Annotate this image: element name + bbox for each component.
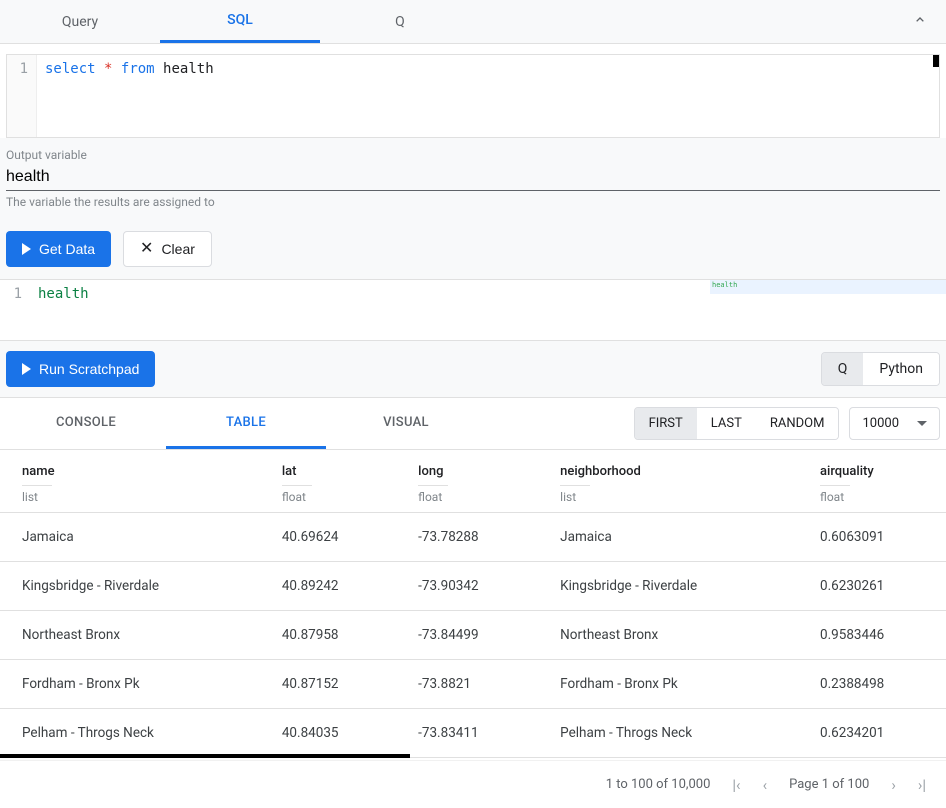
scratchpad-editor[interactable]: 1 health health bbox=[0, 279, 946, 341]
scratch-code-line: health bbox=[30, 280, 97, 340]
tab-table[interactable]: TABLE bbox=[166, 399, 326, 449]
cell: 0.6063091 bbox=[798, 513, 946, 562]
cell: 0.6234201 bbox=[798, 709, 946, 758]
sample-mode-toggle: FIRST LAST RANDOM bbox=[634, 407, 840, 440]
top-tab-bar: Query SQL Q bbox=[0, 0, 946, 44]
cell: -73.90342 bbox=[396, 562, 538, 611]
language-toggle: Q Python bbox=[821, 352, 940, 386]
table-row[interactable]: Fordham - Bronx Pk 40.87152 -73.8821 For… bbox=[0, 660, 946, 709]
mode-first-button[interactable]: FIRST bbox=[635, 408, 697, 439]
chevron-down-icon bbox=[917, 421, 927, 426]
cell: 40.69624 bbox=[260, 513, 396, 562]
cell: 40.87958 bbox=[260, 611, 396, 660]
cell: 40.87152 bbox=[260, 660, 396, 709]
clear-label: Clear bbox=[161, 241, 194, 257]
output-variable-hint: The variable the results are assigned to bbox=[6, 191, 940, 209]
cell: Fordham - Bronx Pk bbox=[538, 660, 798, 709]
col-header[interactable]: namelist bbox=[0, 450, 260, 513]
close-icon: ✕ bbox=[140, 241, 153, 257]
mode-random-button[interactable]: RANDOM bbox=[756, 408, 839, 439]
mode-last-button[interactable]: LAST bbox=[697, 408, 756, 439]
result-tabs: CONSOLE TABLE VISUAL bbox=[6, 399, 486, 449]
col-header[interactable]: latfloat bbox=[260, 450, 396, 513]
cell: Northeast Bronx bbox=[0, 611, 260, 660]
col-header[interactable]: longfloat bbox=[396, 450, 538, 513]
output-variable-section: Output variable The variable the results… bbox=[0, 138, 946, 219]
last-page-button[interactable]: ›| bbox=[918, 776, 926, 794]
horizontal-scrollbar[interactable] bbox=[0, 754, 410, 758]
output-variable-label: Output variable bbox=[6, 142, 940, 164]
sql-code-line: select * from health bbox=[37, 55, 222, 137]
scratchpad-run-row: Run Scratchpad Q Python bbox=[0, 341, 946, 398]
result-controls: FIRST LAST RANDOM 10000 bbox=[634, 407, 940, 440]
query-button-row: Get Data ✕ Clear bbox=[0, 219, 946, 279]
scratch-gutter: 1 bbox=[0, 280, 30, 340]
run-scratchpad-label: Run Scratchpad bbox=[39, 361, 139, 377]
cell: Pelham - Throgs Neck bbox=[538, 709, 798, 758]
cell: 40.89242 bbox=[260, 562, 396, 611]
editor-scroll-indicator bbox=[933, 55, 939, 67]
collapse-panel-icon[interactable] bbox=[912, 12, 928, 32]
table-header-row: namelist latfloat longfloat neighborhood… bbox=[0, 450, 946, 513]
get-data-button[interactable]: Get Data bbox=[6, 231, 111, 267]
cell: 40.84035 bbox=[260, 709, 396, 758]
cell: 0.6230261 bbox=[798, 562, 946, 611]
tab-sql[interactable]: SQL bbox=[160, 0, 320, 43]
minimap-preview: health bbox=[712, 281, 737, 289]
lang-python-button[interactable]: Python bbox=[863, 353, 939, 385]
prev-page-button[interactable]: ‹ bbox=[763, 776, 768, 794]
output-variable-input[interactable] bbox=[6, 164, 940, 191]
pagination-range: 1 to 100 of 10,000 bbox=[606, 777, 711, 792]
sql-editor[interactable]: 1 select * from health bbox=[6, 54, 940, 138]
cell: -73.84499 bbox=[396, 611, 538, 660]
col-header[interactable]: airqualityfloat bbox=[798, 450, 946, 513]
tab-visual[interactable]: VISUAL bbox=[326, 399, 486, 449]
first-page-button[interactable]: |‹ bbox=[732, 776, 740, 794]
cell: -73.83411 bbox=[396, 709, 538, 758]
cell: -73.8821 bbox=[396, 660, 538, 709]
row-limit-value: 10000 bbox=[862, 416, 899, 431]
tab-query[interactable]: Query bbox=[0, 2, 160, 42]
cell: 0.9583446 bbox=[798, 611, 946, 660]
get-data-label: Get Data bbox=[39, 241, 95, 257]
clear-button[interactable]: ✕ Clear bbox=[123, 231, 212, 267]
cell: Kingsbridge - Riverdale bbox=[538, 562, 798, 611]
cell: 0.2388498 bbox=[798, 660, 946, 709]
col-header[interactable]: neighborhoodlist bbox=[538, 450, 798, 513]
cell: Kingsbridge - Riverdale bbox=[0, 562, 260, 611]
cell: Northeast Bronx bbox=[538, 611, 798, 660]
cell: Fordham - Bronx Pk bbox=[0, 660, 260, 709]
results-table-wrap: namelist latfloat longfloat neighborhood… bbox=[0, 450, 946, 758]
cell: Jamaica bbox=[538, 513, 798, 562]
cell: Pelham - Throgs Neck bbox=[0, 709, 260, 758]
tab-q[interactable]: Q bbox=[320, 2, 480, 42]
results-table: namelist latfloat longfloat neighborhood… bbox=[0, 450, 946, 758]
cell: -73.78288 bbox=[396, 513, 538, 562]
row-limit-select[interactable]: 10000 bbox=[849, 407, 940, 440]
results-header: CONSOLE TABLE VISUAL FIRST LAST RANDOM 1… bbox=[0, 398, 946, 450]
play-icon bbox=[22, 243, 31, 255]
editor-minimap[interactable]: health bbox=[710, 280, 946, 294]
run-scratchpad-button[interactable]: Run Scratchpad bbox=[6, 351, 155, 387]
table-row[interactable]: Kingsbridge - Riverdale 40.89242 -73.903… bbox=[0, 562, 946, 611]
play-icon bbox=[22, 363, 31, 375]
cell: Jamaica bbox=[0, 513, 260, 562]
editor-gutter: 1 bbox=[7, 55, 37, 137]
table-row[interactable]: Pelham - Throgs Neck 40.84035 -73.83411 … bbox=[0, 709, 946, 758]
next-page-button[interactable]: › bbox=[891, 776, 896, 794]
table-row[interactable]: Jamaica 40.69624 -73.78288 Jamaica 0.606… bbox=[0, 513, 946, 562]
pagination-page: Page 1 of 100 bbox=[789, 777, 869, 792]
table-row[interactable]: Northeast Bronx 40.87958 -73.84499 North… bbox=[0, 611, 946, 660]
pagination-bar: 1 to 100 of 10,000 |‹ ‹ Page 1 of 100 › … bbox=[0, 760, 946, 808]
tab-console[interactable]: CONSOLE bbox=[6, 399, 166, 449]
lang-q-button[interactable]: Q bbox=[822, 353, 864, 385]
